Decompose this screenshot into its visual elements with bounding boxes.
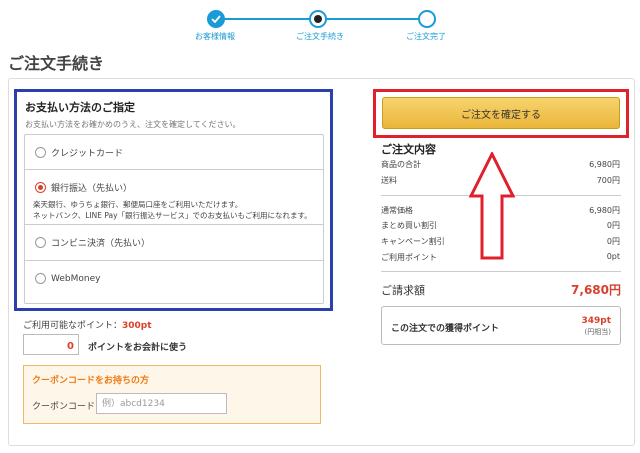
step-completed-check-icon (207, 10, 225, 28)
total-value: 7,680円 (571, 283, 621, 297)
stepper-line-2 (326, 18, 421, 20)
confirm-order-button[interactable]: ご注文を確定する (382, 97, 620, 129)
available-points-value: 300pt (122, 321, 152, 331)
summary-label: 送料 (381, 176, 397, 185)
up-arrow-annotation-icon (469, 152, 515, 260)
earned-points-note: (円相当) (584, 328, 611, 336)
payment-option-webmoney[interactable]: WebMoney (25, 261, 323, 303)
summary-value: 0円 (606, 237, 620, 246)
earned-points-label: この注文での獲得ポイント (391, 324, 500, 334)
page-title: ご注文手続き (8, 54, 105, 73)
payment-method-section: お支払い方法のご指定 お支払い方法をお確かめのうえ、注文を確定してください。 ク… (14, 89, 333, 311)
summary-value: 6,980円 (589, 206, 620, 215)
earned-points-value: 349pt (581, 316, 611, 326)
confirm-highlight-frame: ご注文を確定する (373, 89, 629, 138)
coupon-input[interactable] (96, 393, 227, 414)
step-pending-icon (418, 10, 436, 28)
bank-transfer-desc-2: ネットバンク、LINE Pay「銀行振込サービス」でのお支払いもご利用になれます… (33, 211, 312, 220)
summary-value: 700円 (596, 176, 620, 185)
summary-label: 商品の合計 (381, 160, 421, 169)
summary-value: 0pt (606, 252, 620, 261)
available-points: ご利用可能なポイント：300pt (23, 318, 152, 331)
summary-label: キャンペーン割引 (381, 237, 445, 246)
payment-option-label: コンビニ決済（先払い） (51, 239, 151, 249)
coupon-section: クーポンコードをお持ちの方 クーポンコード (23, 365, 321, 424)
total-label: ご請求額 (381, 284, 425, 297)
summary-value: 6,980円 (589, 160, 620, 169)
payment-title: お支払い方法のご指定 (25, 101, 135, 114)
payment-subtitle: お支払い方法をお確かめのうえ、注文を確定してください。 (25, 120, 241, 129)
coupon-label: クーポンコード (32, 402, 96, 412)
summary-label: 通常価格 (381, 206, 413, 215)
radio-webmoney[interactable] (35, 273, 46, 284)
payment-option-bank-transfer[interactable]: 銀行振込（先払い） 楽天銀行、ゆうちょ銀行、郵便局口座をご利用いただけます。 ネ… (25, 170, 323, 225)
payment-option-credit-card[interactable]: クレジットカード (25, 135, 323, 170)
payment-option-label: クレジットカード (51, 149, 124, 159)
points-use-label: ポイントをお会計に使う (88, 343, 188, 353)
payment-option-convenience-store[interactable]: コンビニ決済（先払い） (25, 225, 323, 261)
payment-options-list: クレジットカード 銀行振込（先払い） 楽天銀行、ゆうちょ銀行、郵便局口座をご利用… (24, 134, 324, 304)
earned-points-box: この注文での獲得ポイント 349pt (円相当) (381, 306, 621, 345)
step-label-order-procedure: ご注文手続き (296, 32, 344, 41)
radio-bank-transfer-selected[interactable] (35, 182, 46, 193)
bank-transfer-desc-1: 楽天銀行、ゆうちょ銀行、郵便局口座をご利用いただけます。 (33, 200, 243, 209)
points-input[interactable] (23, 334, 79, 355)
step-label-order-complete: ご注文完了 (406, 32, 446, 41)
step-label-customer-info: お客様情報 (195, 32, 235, 41)
radio-credit-card[interactable] (35, 147, 46, 158)
stepper-line-1 (216, 18, 311, 20)
summary-label: まとめ買い割引 (381, 221, 437, 230)
radio-convenience-store[interactable] (35, 237, 46, 248)
step-current-icon (309, 10, 327, 28)
payment-option-label: 銀行振込（先払い） (51, 184, 133, 194)
coupon-title: クーポンコードをお持ちの方 (32, 376, 150, 386)
payment-option-label: WebMoney (51, 273, 101, 284)
order-summary-title: ご注文内容 (381, 143, 436, 156)
available-points-label: ご利用可能なポイント： (23, 321, 123, 331)
summary-label: ご利用ポイント (381, 253, 437, 262)
summary-value: 0円 (606, 221, 620, 230)
summary-divider (381, 271, 621, 272)
progress-stepper: お客様情報 ご注文手続き ご注文完了 (0, 8, 640, 48)
